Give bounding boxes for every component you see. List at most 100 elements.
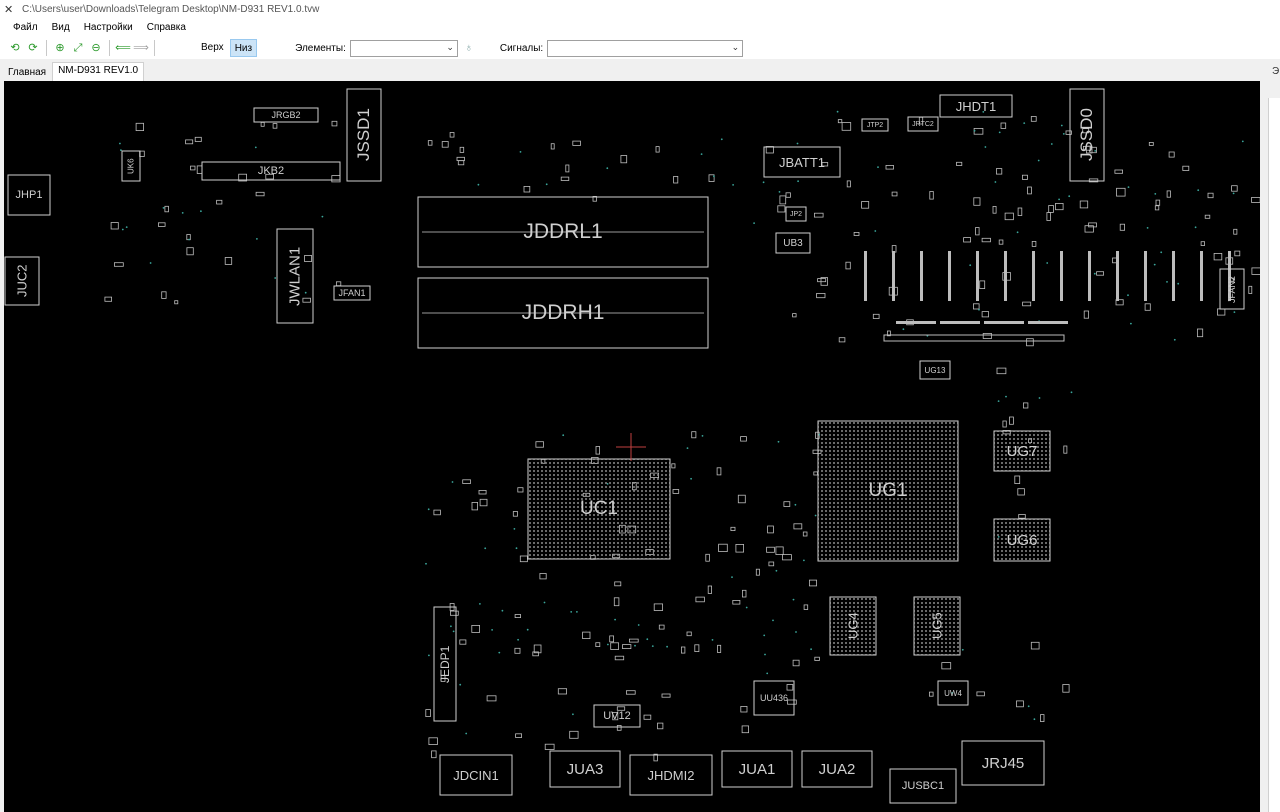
via-dot: [1046, 262, 1049, 264]
smd-pad: [981, 311, 989, 318]
component-ug7[interactable]: [993, 430, 1051, 472]
component-jkb2[interactable]: [201, 161, 341, 181]
smd-pad: [802, 531, 808, 537]
component-juc2[interactable]: [4, 256, 40, 306]
smd-pad: [786, 684, 794, 691]
smd-pad: [1027, 186, 1032, 195]
component-jfan1[interactable]: [333, 285, 371, 301]
elements-label: Элементы:: [295, 42, 346, 54]
via-dot: [978, 308, 980, 311]
side-bottom-button[interactable]: Низ: [229, 39, 258, 57]
smd-pad: [732, 600, 741, 605]
elements-select[interactable]: ⌄: [349, 39, 458, 57]
via-dot: [1037, 159, 1040, 162]
via-dot: [1173, 338, 1176, 341]
component-jua2[interactable]: [801, 750, 873, 788]
smd-pad: [1082, 128, 1090, 134]
component-jua3[interactable]: [549, 750, 621, 788]
component-ub3[interactable]: [775, 232, 811, 254]
component-jhdt1[interactable]: [939, 94, 1013, 118]
component-uu436[interactable]: [753, 680, 795, 716]
smd-pad: [440, 675, 446, 682]
via-dot: [1127, 294, 1129, 297]
component-outline: [889, 768, 957, 804]
component-jtp2[interactable]: [861, 118, 889, 132]
trace-strip: [1032, 251, 1035, 301]
component-ug13[interactable]: [919, 360, 951, 380]
smd-pad: [550, 143, 555, 150]
via-dot: [491, 629, 493, 631]
component-ug6[interactable]: [993, 518, 1051, 562]
smd-pad: [433, 509, 441, 516]
component-jp2[interactable]: [785, 206, 807, 222]
via-dot: [1093, 272, 1096, 275]
component-uc1[interactable]: [527, 458, 671, 560]
smd-pad: [963, 237, 971, 243]
arrow-back-icon[interactable]: ⟸: [114, 39, 132, 57]
smd-pad: [557, 688, 567, 695]
smd-pad: [612, 712, 619, 721]
via-dot: [1005, 395, 1007, 398]
component-jrgb2[interactable]: [253, 107, 319, 123]
tab-main[interactable]: Главная: [2, 64, 52, 81]
via-dot: [1023, 122, 1026, 124]
component-jwlan1[interactable]: [276, 228, 314, 324]
menu-settings[interactable]: Настройки: [77, 19, 140, 37]
smd-pad: [1040, 714, 1045, 722]
component-jssd0[interactable]: [1069, 88, 1105, 182]
smd-pad: [1089, 146, 1097, 154]
smd-pad: [814, 212, 824, 218]
component-ug1[interactable]: [817, 420, 959, 562]
via-dot: [997, 400, 1000, 402]
component-jusbc1[interactable]: [889, 768, 957, 804]
smd-pad: [161, 291, 167, 299]
zoom-in-icon[interactable]: ⊕: [51, 39, 69, 57]
via-dot: [1062, 133, 1065, 135]
smd-pad: [449, 132, 455, 138]
smd-pad: [793, 523, 803, 530]
signals-select[interactable]: ⌄: [547, 39, 744, 57]
smd-pad: [783, 501, 791, 507]
menu-view[interactable]: Вид: [45, 19, 77, 37]
component-jfan2[interactable]: [1219, 268, 1245, 310]
bulb-icon[interactable]: ♁: [460, 39, 478, 57]
trace-strip: [1172, 251, 1175, 301]
smd-pad: [331, 120, 338, 127]
menu-help[interactable]: Справка: [140, 19, 193, 37]
component-jssd1[interactable]: [346, 88, 382, 182]
component-jbatt1[interactable]: [763, 146, 841, 178]
smd-pad: [691, 431, 697, 439]
tab-board[interactable]: NM-D931 REV1.0: [52, 62, 145, 81]
component-jua1[interactable]: [721, 750, 793, 788]
arrow-forward-icon[interactable]: ⟹: [132, 39, 150, 57]
via-dot: [1033, 718, 1036, 721]
smd-pad: [658, 624, 665, 630]
smd-pad: [816, 292, 826, 299]
via-dot: [450, 625, 452, 628]
smd-pad: [1062, 684, 1070, 693]
component-ug4[interactable]: [829, 596, 877, 656]
smd-pad: [260, 122, 265, 127]
component-ug5[interactable]: [913, 596, 961, 656]
menu-bar: Файл Вид Настройки Справка: [0, 19, 1280, 37]
smd-pad: [1017, 488, 1025, 496]
menu-file[interactable]: Файл: [6, 19, 45, 37]
zoom-fit-icon[interactable]: ⤢: [69, 39, 87, 57]
rotate-right-icon[interactable]: ⟳: [24, 39, 42, 57]
component-jdcin1[interactable]: [439, 754, 513, 796]
smd-pad: [1016, 700, 1024, 708]
component-jhdmi2[interactable]: [629, 754, 713, 796]
component-jrj45[interactable]: [961, 740, 1045, 786]
via-dot: [1166, 281, 1168, 283]
component-jedp1[interactable]: [433, 606, 457, 722]
smd-pad: [973, 197, 981, 206]
board-canvas[interactable]: JRGB2 JSSD1 UK6 JKB2 JHP1 JWLAN1 JFAN1 JUC2 JDDR…: [4, 81, 1260, 812]
via-dot: [1233, 311, 1236, 313]
component-uk6[interactable]: [121, 150, 141, 182]
zoom-out-icon[interactable]: ⊖: [87, 39, 105, 57]
side-top-button[interactable]: Верх: [197, 39, 228, 57]
right-panel-tab[interactable]: Э: [1272, 66, 1279, 77]
component-outline: [721, 750, 793, 788]
component-jhp1[interactable]: [7, 174, 51, 216]
rotate-left-icon[interactable]: ⟲: [6, 39, 24, 57]
